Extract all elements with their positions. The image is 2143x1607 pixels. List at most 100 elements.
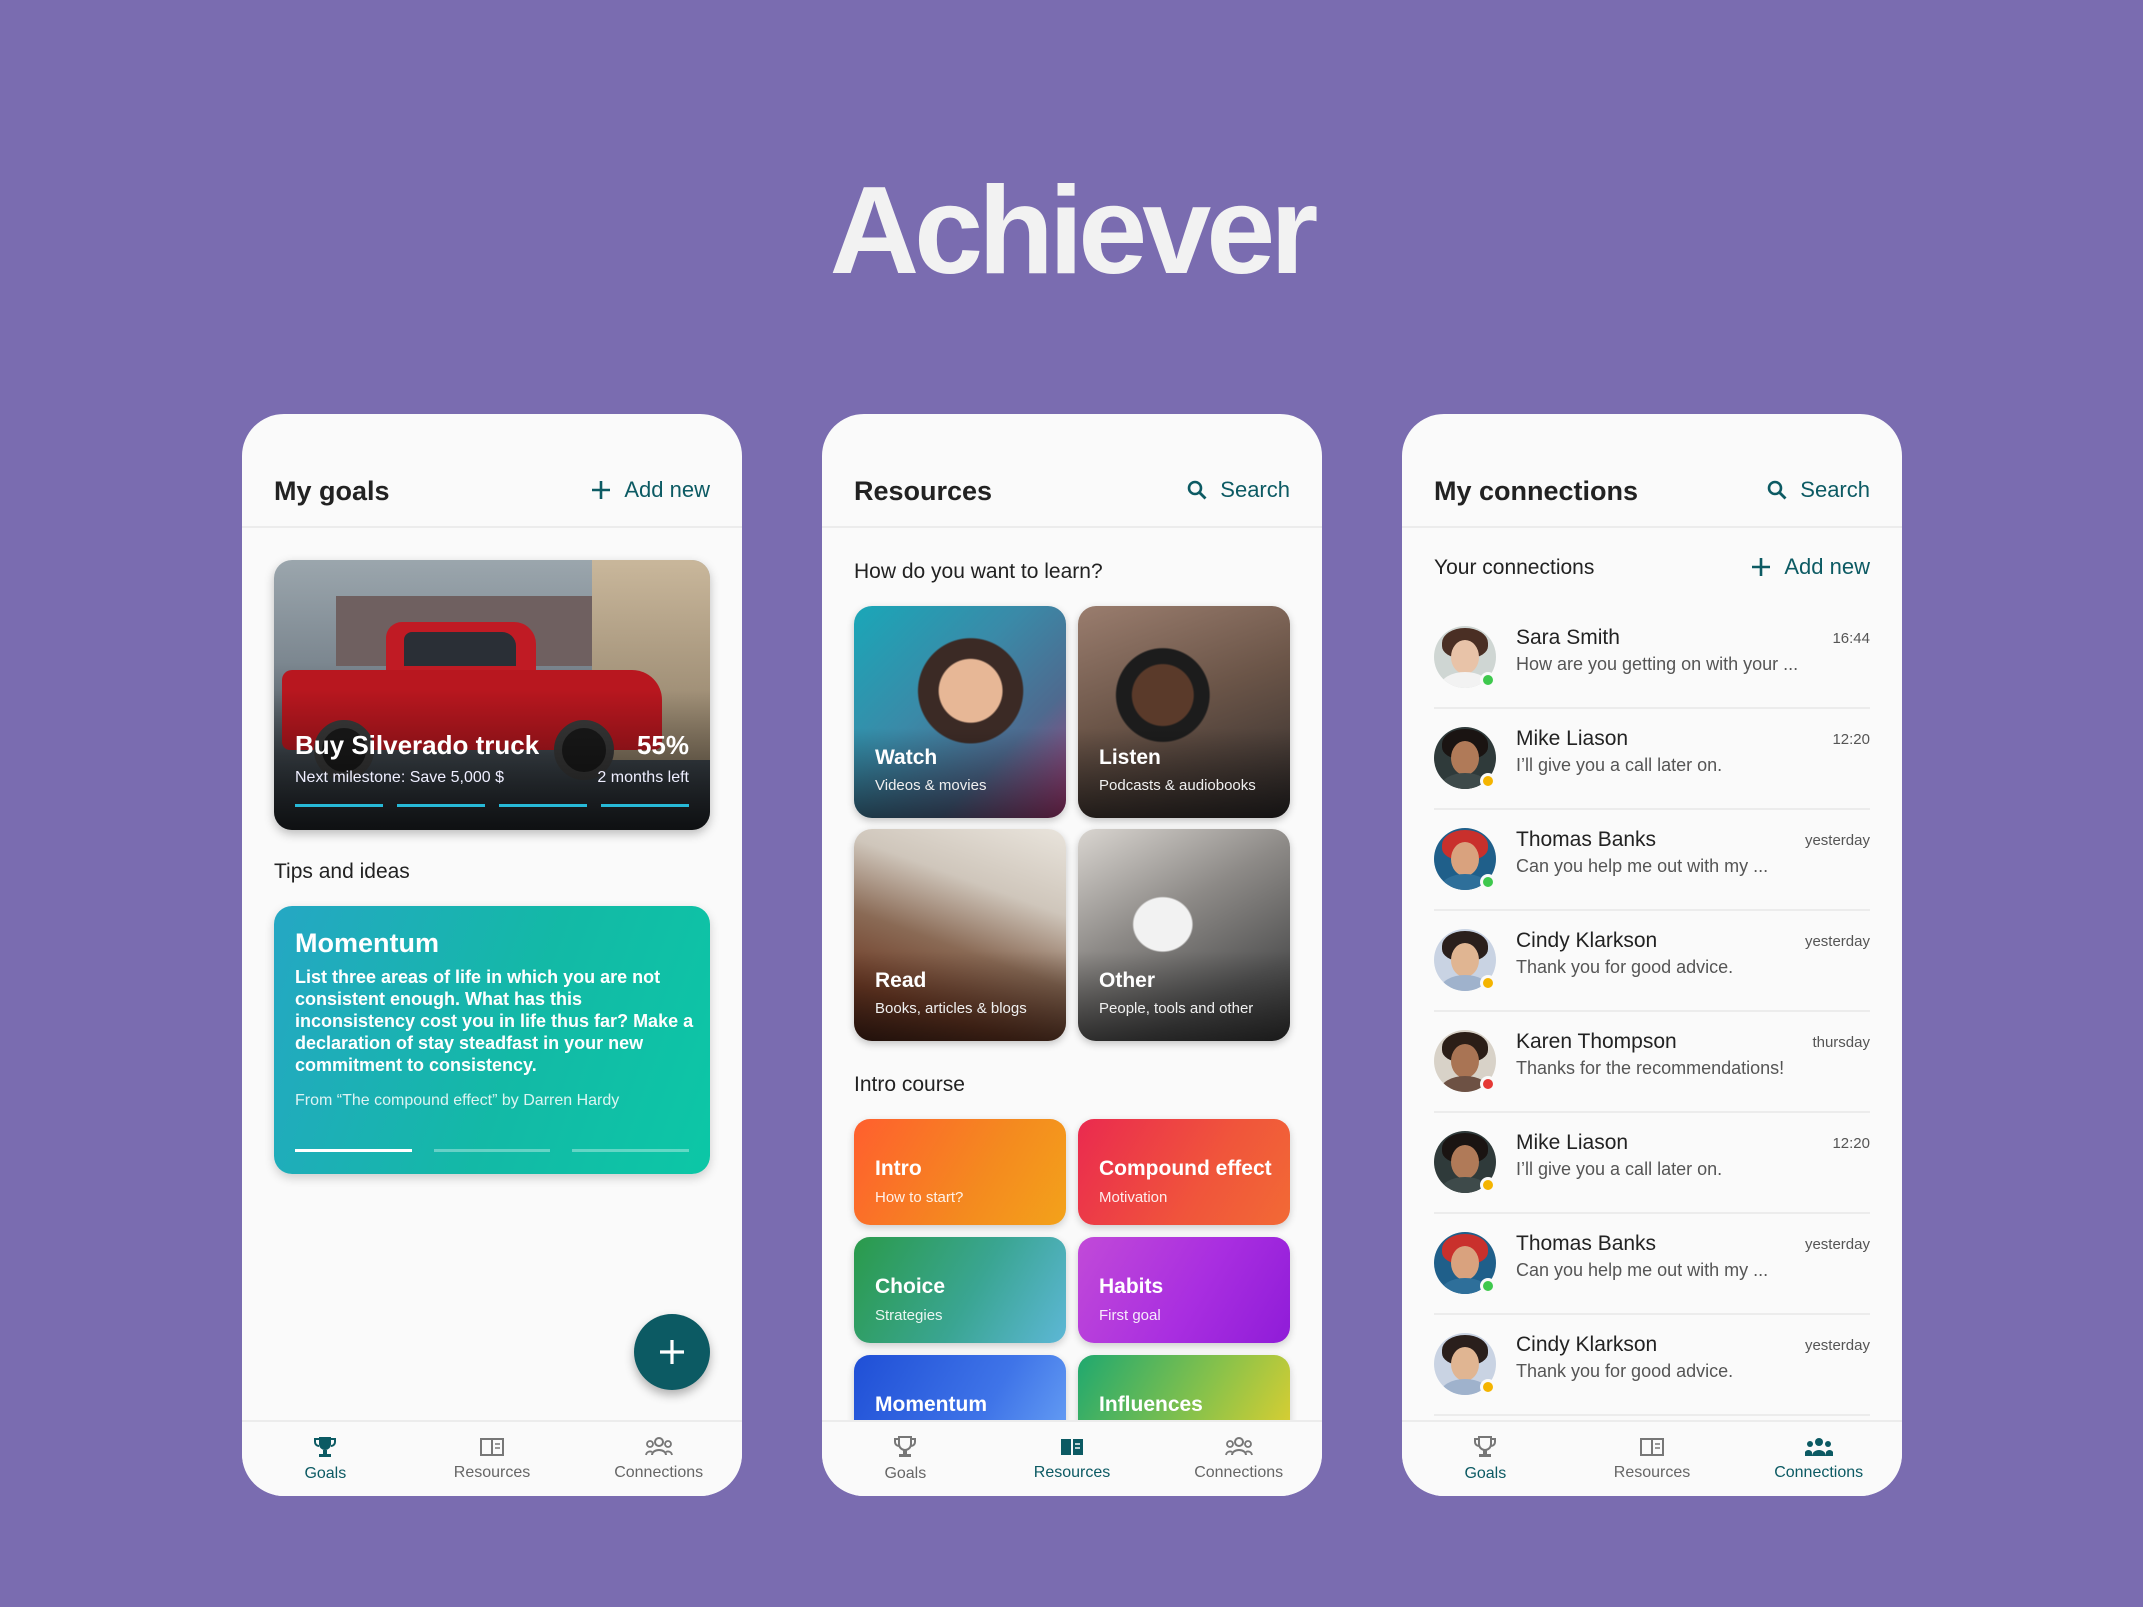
message-time: yesterday — [1804, 832, 1870, 849]
contact-name: Thomas Banks — [1516, 828, 1657, 851]
last-message: Thank you for good advice. — [1516, 957, 1734, 977]
connection-row[interactable]: Mike Liason I’ll give you a call later o… — [1434, 1113, 1870, 1214]
search-button[interactable]: Search — [1766, 477, 1870, 503]
nav-resources[interactable]: Resources — [409, 1422, 576, 1496]
tile-title: Read — [875, 969, 927, 992]
add-fab-button[interactable] — [634, 1314, 710, 1390]
status-away-indicator — [1480, 1177, 1496, 1193]
course-subtitle: Strategies — [875, 1307, 943, 1324]
course-intro[interactable]: Intro How to start? — [854, 1119, 1066, 1225]
progress-segment — [601, 804, 689, 807]
progress-segment — [499, 804, 587, 807]
bottom-nav: Goals Resources Connections — [1402, 1420, 1902, 1496]
read-tile[interactable]: Read Books, articles & blogs — [854, 829, 1066, 1041]
status-online-indicator — [1480, 874, 1496, 890]
progress-segment — [295, 804, 383, 807]
status-online-indicator — [1480, 672, 1496, 688]
nav-resources[interactable]: Resources — [1569, 1422, 1736, 1496]
connection-row[interactable]: Thomas Banks Can you help me out with my… — [1434, 1214, 1870, 1315]
add-connection-label: Add new — [1784, 554, 1870, 579]
nav-goals-label: Goals — [304, 1465, 347, 1482]
search-label: Search — [1800, 477, 1870, 502]
search-button[interactable]: Search — [1186, 477, 1290, 503]
status-online-indicator — [1480, 1278, 1496, 1294]
connection-row[interactable]: Mike Liason I’ll give you a call later o… — [1434, 709, 1870, 810]
nav-resources[interactable]: Resources — [989, 1422, 1156, 1496]
nav-connections-label: Connections — [1774, 1464, 1864, 1481]
course-title: Intro — [875, 1157, 922, 1180]
people-icon — [644, 1436, 673, 1458]
add-goal-label: Add new — [624, 477, 710, 502]
last-message: I’ll give you a call later on. — [1516, 1159, 1723, 1179]
people-icon — [1224, 1436, 1253, 1458]
tile-title: Other — [1099, 969, 1156, 992]
listen-tile[interactable]: Listen Podcasts & audiobooks — [1078, 606, 1290, 818]
plus-icon — [657, 1337, 687, 1367]
search-label: Search — [1220, 477, 1290, 502]
tile-title: Listen — [1099, 746, 1161, 769]
connection-row[interactable]: Karen Thompson Thanks for the recommenda… — [1434, 1012, 1870, 1113]
connections-heading: Your connections — [1434, 556, 1595, 579]
tip-source: From “The compound effect” by Darren Har… — [295, 1092, 620, 1109]
status-away-indicator — [1480, 773, 1496, 789]
nav-resources-label: Resources — [1613, 1464, 1691, 1481]
plus-icon — [590, 479, 612, 501]
nav-goals[interactable]: Goals — [242, 1422, 409, 1496]
goals-screen: My goals Add new Buy Silverado truck 55%… — [242, 414, 742, 1496]
contact-name: Thomas Banks — [1516, 1232, 1657, 1255]
pager-segment — [572, 1149, 690, 1152]
course-title: Compound effect — [1099, 1157, 1272, 1180]
tile-subtitle: Books, articles & blogs — [875, 1000, 1027, 1017]
goal-progress-bar — [295, 804, 689, 807]
nav-connections-label: Connections — [1194, 1464, 1284, 1481]
book-icon — [1639, 1436, 1665, 1458]
goal-card[interactable]: Buy Silverado truck 55% Next milestone: … — [274, 560, 710, 830]
tip-card[interactable]: Momentum List three areas of life in whi… — [274, 906, 710, 1174]
top-bar: My connections Search — [1402, 414, 1902, 528]
nav-connections[interactable]: Connections — [1735, 1422, 1902, 1496]
status-away-indicator — [1480, 1379, 1496, 1395]
connection-row[interactable]: Cindy Klarkson Thank you for good advice… — [1434, 911, 1870, 1012]
contact-name: Karen Thompson — [1516, 1030, 1677, 1053]
last-message: Thanks for the recommendations! — [1516, 1058, 1785, 1078]
course-heading: Intro course — [854, 1073, 965, 1096]
message-time: thursday — [1812, 1034, 1870, 1051]
nav-goals[interactable]: Goals — [1402, 1422, 1569, 1496]
course-title: Habits — [1099, 1275, 1164, 1298]
learn-heading: How do you want to learn? — [854, 560, 1103, 583]
last-message: I’ll give you a call later on. — [1516, 755, 1723, 775]
watch-tile[interactable]: Watch Videos & movies — [854, 606, 1066, 818]
page-title: My goals — [274, 476, 390, 506]
trophy-icon — [1472, 1435, 1498, 1459]
connection-row[interactable]: Sara Smith How are you getting on with y… — [1434, 608, 1870, 709]
nav-connections[interactable]: Connections — [1155, 1422, 1322, 1496]
contact-name: Cindy Klarkson — [1516, 929, 1658, 952]
progress-segment — [397, 804, 485, 807]
trophy-icon — [892, 1435, 918, 1459]
tip-title: Momentum — [295, 928, 439, 958]
add-goal-button[interactable]: Add new — [590, 477, 710, 503]
book-icon — [479, 1436, 505, 1458]
search-icon — [1766, 479, 1788, 501]
connection-row[interactable]: Cindy Klarkson Thank you for good advice… — [1434, 1315, 1870, 1416]
course-habits[interactable]: Habits First goal — [1078, 1237, 1290, 1343]
connection-row[interactable]: Thomas Banks Can you help me out with my… — [1434, 810, 1870, 911]
page-title: Resources — [854, 476, 993, 506]
message-time: 12:20 — [1832, 731, 1870, 748]
nav-goals-label: Goals — [1464, 1465, 1507, 1482]
course-subtitle: How to start? — [875, 1189, 964, 1206]
course-choice[interactable]: Choice Strategies — [854, 1237, 1066, 1343]
course-compound-effect[interactable]: Compound effect Motivation — [1078, 1119, 1290, 1225]
nav-connections[interactable]: Connections — [575, 1422, 742, 1496]
trophy-icon — [312, 1435, 338, 1459]
other-tile[interactable]: Other People, tools and other — [1078, 829, 1290, 1041]
nav-goals[interactable]: Goals — [822, 1422, 989, 1496]
add-connection-button[interactable]: Add new — [1750, 554, 1870, 580]
course-title: Influences — [1099, 1393, 1203, 1416]
course-subtitle: First goal — [1099, 1307, 1161, 1324]
goal-time-left: 2 months left — [597, 769, 689, 786]
search-icon — [1186, 479, 1208, 501]
nav-resources-label: Resources — [1033, 1464, 1111, 1481]
people-icon — [1804, 1436, 1833, 1458]
goal-percent: 55% — [636, 730, 689, 760]
